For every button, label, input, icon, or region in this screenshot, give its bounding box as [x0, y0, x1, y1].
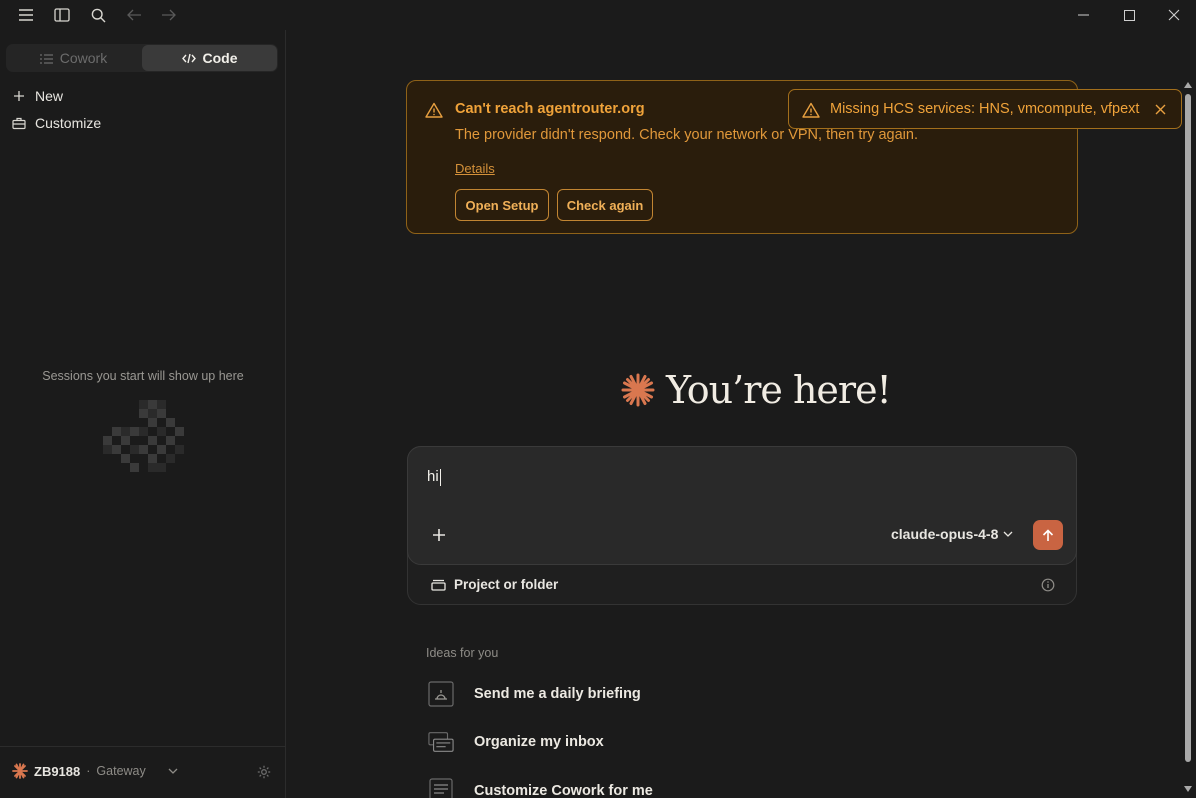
toast-message: Missing HCS services: HNS, vmcompute, vf…: [830, 101, 1140, 117]
idea-label: Organize my inbox: [474, 734, 604, 750]
document-icon: [428, 777, 454, 798]
account-switcher[interactable]: ZB9188 · Gateway: [12, 763, 178, 779]
ideas-label: Ideas for you: [426, 646, 499, 660]
briefing-icon: [428, 681, 454, 707]
main-scrollbar[interactable]: [1182, 80, 1196, 798]
tab-cowork[interactable]: Cowork: [6, 44, 141, 72]
claude-logo-icon: [12, 763, 28, 779]
claude-logo-icon: [621, 373, 655, 407]
app-window: Cowork Code New Customize Sessions you s…: [0, 0, 1196, 798]
account-name: ZB9188: [34, 763, 81, 779]
warning-icon: [425, 102, 443, 118]
idea-label: Send me a daily briefing: [474, 686, 641, 702]
sidebar-item-label: New: [35, 88, 64, 104]
composer-container: hi claude-opus-4-8 Project or folder: [407, 446, 1077, 605]
sidebar-toggle-icon[interactable]: [51, 4, 73, 26]
account-separator: ·: [86, 764, 91, 778]
plus-icon: [14, 91, 24, 101]
empty-state-illustration: [103, 400, 184, 472]
add-attachment-button[interactable]: [428, 524, 450, 546]
mode-toggle: Cowork Code: [6, 44, 278, 72]
arrow-up-icon: [1042, 528, 1054, 541]
idea-label: Customize Cowork for me: [474, 783, 653, 798]
sidebar-item-new[interactable]: New: [12, 85, 63, 107]
idea-daily-briefing[interactable]: Send me a daily briefing: [428, 680, 641, 708]
forward-arrow-icon[interactable]: [157, 4, 179, 26]
prompt-input[interactable]: hi: [427, 468, 441, 486]
project-label: Project or folder: [454, 577, 559, 592]
account-plan: Gateway: [96, 764, 146, 778]
tab-cowork-label: Cowork: [59, 50, 108, 66]
close-window-button[interactable]: [1152, 2, 1196, 28]
prompt-input-value: hi: [427, 468, 439, 485]
idea-customize-cowork[interactable]: Customize Cowork for me: [428, 770, 653, 798]
chevron-down-icon: [1003, 531, 1013, 537]
folder-icon: [431, 579, 446, 591]
minimize-button[interactable]: [1061, 2, 1105, 28]
open-setup-button[interactable]: Open Setup: [455, 189, 549, 221]
warning-icon: [802, 102, 820, 118]
details-link[interactable]: Details: [455, 161, 495, 176]
alert-message: The provider didn't respond. Check your …: [455, 127, 918, 143]
composer: hi claude-opus-4-8: [407, 446, 1077, 565]
tab-code[interactable]: Code: [142, 45, 277, 71]
idea-organize-inbox[interactable]: Organize my inbox: [428, 728, 604, 756]
tab-code-label: Code: [202, 50, 238, 66]
cowork-icon: [39, 53, 53, 64]
scroll-down-icon[interactable]: [1184, 786, 1192, 792]
toast-close-button[interactable]: [1151, 100, 1169, 118]
menu-icon[interactable]: [15, 4, 37, 26]
scroll-thumb[interactable]: [1185, 94, 1191, 762]
chevron-down-icon: [168, 768, 178, 774]
briefcase-icon: [12, 117, 26, 129]
sidebar: Cowork Code New Customize Sessions you s…: [0, 30, 286, 798]
sidebar-item-label: Customize: [35, 115, 102, 131]
inbox-icon: [428, 729, 454, 755]
model-selector[interactable]: claude-opus-4-8: [891, 526, 1013, 542]
sidebar-item-customize[interactable]: Customize: [12, 112, 101, 134]
title-bar: [0, 0, 1196, 30]
alert-title: Can't reach agentrouter.org: [455, 101, 645, 117]
text-caret: [439, 468, 441, 486]
check-again-button[interactable]: Check again: [557, 189, 653, 221]
hero: You’re here!: [620, 368, 892, 412]
back-arrow-icon[interactable]: [123, 4, 145, 26]
sidebar-footer: ZB9188 · Gateway: [0, 746, 286, 798]
search-icon[interactable]: [87, 4, 109, 26]
settings-gear-icon[interactable]: [257, 765, 271, 779]
send-button[interactable]: [1033, 520, 1063, 550]
maximize-button[interactable]: [1107, 2, 1151, 28]
project-folder-selector[interactable]: Project or folder: [431, 577, 558, 592]
plus-icon: [433, 529, 445, 541]
scroll-up-icon[interactable]: [1184, 82, 1192, 88]
model-name: claude-opus-4-8: [891, 526, 999, 542]
code-icon: [181, 53, 196, 63]
sessions-empty-text: Sessions you start will show up here: [42, 369, 244, 383]
info-icon[interactable]: [1041, 578, 1055, 592]
close-icon: [1155, 104, 1165, 114]
hcs-warning-toast: Missing HCS services: HNS, vmcompute, vf…: [788, 89, 1182, 129]
hero-title: You’re here!: [666, 368, 892, 412]
